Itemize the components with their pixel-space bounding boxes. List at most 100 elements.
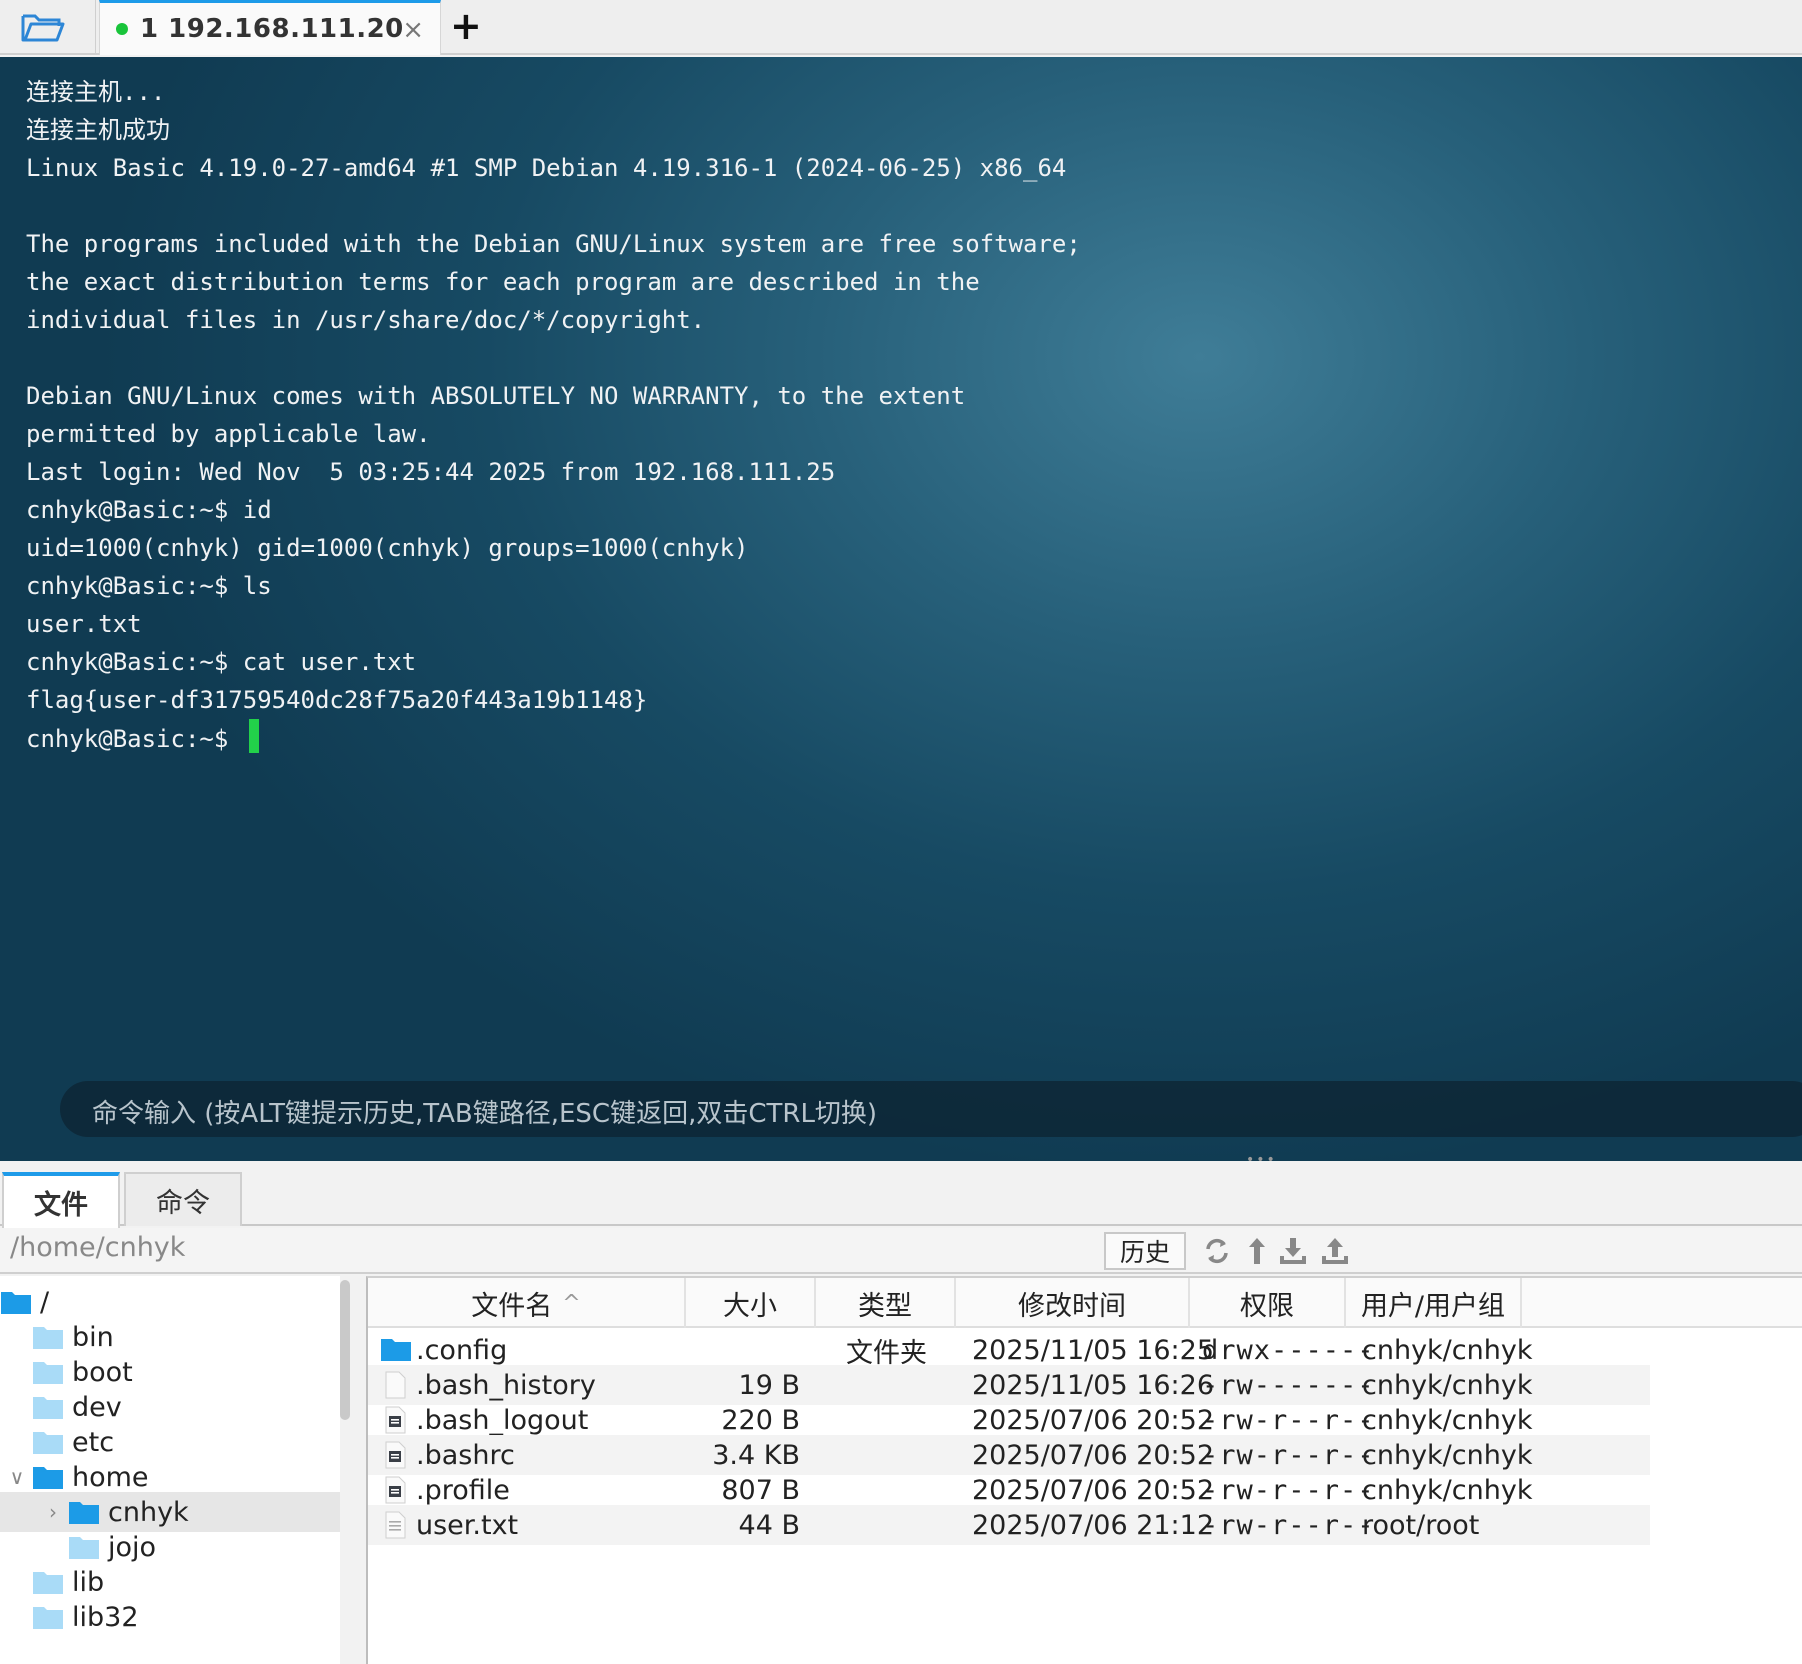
file-size: 220 B bbox=[721, 1404, 800, 1436]
tree-item-etc[interactable]: etc bbox=[0, 1422, 340, 1462]
command-input-bar[interactable]: 命令输入 (按ALT键提示历史,TAB键路径,ESC键返回,双击CTRL切换) bbox=[60, 1081, 1802, 1137]
file-list[interactable]: 文件名 ^ 大小 类型 修改时间 权限 用户/用户组 .config 文件夹 202… bbox=[366, 1276, 1802, 1664]
file-type: 文件夹 bbox=[846, 1337, 927, 1369]
tab-separator bbox=[95, 0, 96, 53]
upload-icon[interactable] bbox=[1318, 1234, 1352, 1268]
new-tab-button[interactable]: + bbox=[450, 4, 482, 48]
file-size bbox=[686, 1330, 800, 1370]
column-header-type[interactable]: 类型 bbox=[816, 1278, 956, 1328]
file-name: .config bbox=[416, 1334, 508, 1366]
session-tab[interactable]: 1 192.168.111.20 × bbox=[99, 0, 441, 55]
file-type bbox=[846, 1400, 956, 1440]
tree-item-home[interactable]: ∨ home bbox=[0, 1457, 340, 1497]
tree-item-dev[interactable]: dev bbox=[0, 1387, 340, 1427]
file-row[interactable]: .config 文件夹 2025/11/05 16:25 drwx------ cnhy… bbox=[368, 1330, 1650, 1370]
folder-icon bbox=[68, 1499, 100, 1525]
connection-status-dot bbox=[116, 23, 128, 35]
file-permissions: -rw-r--r-- bbox=[1202, 1404, 1375, 1436]
terminal-cursor bbox=[248, 719, 259, 753]
terminal-line: cnhyk@Basic:~$ id bbox=[26, 496, 272, 524]
file-size: 19 B bbox=[738, 1369, 800, 1401]
tree-item-boot[interactable]: boot bbox=[0, 1352, 340, 1392]
tree-item-lib32[interactable]: lib32 bbox=[0, 1597, 340, 1637]
file-mtime: 2025/07/06 20:52 bbox=[972, 1474, 1215, 1506]
terminal-line: 连接主机... bbox=[26, 78, 166, 106]
file-mtime: 2025/07/06 20:52 bbox=[972, 1439, 1215, 1471]
file-permissions: -rw------- bbox=[1202, 1369, 1375, 1401]
tab-files[interactable]: 文件 bbox=[2, 1172, 120, 1228]
file-name: .bash_logout bbox=[416, 1404, 589, 1436]
tree-item-jojo[interactable]: jojo bbox=[0, 1527, 340, 1567]
command-input-placeholder: 命令输入 (按ALT键提示历史,TAB键路径,ESC键返回,双击CTRL切换) bbox=[92, 1099, 878, 1129]
file-name: .profile bbox=[416, 1474, 510, 1506]
directory-tree[interactable]: / bin boot dev etc ∨ home › cnhyk jojo lib lib32 bbox=[0, 1276, 340, 1664]
column-header-name[interactable]: 文件名 ^ bbox=[368, 1278, 686, 1328]
file-row[interactable]: user.txt 44 B 2025/07/06 21:12 -rw-r--r-- ro… bbox=[368, 1505, 1650, 1545]
terminal-line: Linux Basic 4.19.0-27-amd64 #1 SMP Debia… bbox=[26, 154, 1067, 182]
chevron-down-icon[interactable]: ∨ bbox=[6, 1465, 28, 1489]
path-input[interactable]: /home/cnhyk bbox=[10, 1232, 185, 1263]
tree-item-label: cnhyk bbox=[108, 1496, 189, 1528]
tree-item-label: dev bbox=[72, 1391, 122, 1423]
terminal-line: individual files in /usr/share/doc/*/cop… bbox=[26, 306, 706, 334]
terminal-output: 连接主机... 连接主机成功 Linux Basic 4.19.0-27-amd64… bbox=[26, 73, 1081, 757]
chevron-right-icon[interactable]: › bbox=[42, 1500, 64, 1524]
sort-ascending-icon: ^ bbox=[562, 1290, 581, 1316]
column-header-permissions[interactable]: 权限 bbox=[1190, 1278, 1346, 1328]
terminal-line: cnhyk@Basic:~$ ls bbox=[26, 572, 272, 600]
folder-icon bbox=[32, 1324, 64, 1350]
terminal-line: Debian GNU/Linux comes with ABSOLUTELY N… bbox=[26, 382, 966, 410]
terminal-prompt: cnhyk@Basic:~$ bbox=[26, 725, 243, 753]
file-permissions: -rw-r--r-- bbox=[1202, 1509, 1375, 1541]
file-icon bbox=[380, 1371, 410, 1399]
file-owner: cnhyk/cnhyk bbox=[1362, 1439, 1533, 1471]
folder-icon bbox=[0, 1289, 32, 1315]
file-size: 44 B bbox=[738, 1509, 800, 1541]
terminal-line: uid=1000(cnhyk) gid=1000(cnhyk) groups=1… bbox=[26, 534, 749, 562]
file-type bbox=[846, 1435, 956, 1475]
tree-item-cnhyk[interactable]: › cnhyk bbox=[0, 1492, 340, 1532]
bottom-panel-tabs: 文件 命令 bbox=[0, 1166, 1802, 1228]
file-row[interactable]: .bash_history 19 B 2025/11/05 16:26 -rw----… bbox=[368, 1365, 1650, 1405]
file-list-header: 文件名 ^ 大小 类型 修改时间 权限 用户/用户组 bbox=[368, 1278, 1802, 1328]
file-name: .bash_history bbox=[416, 1369, 596, 1401]
refresh-icon[interactable] bbox=[1200, 1234, 1234, 1268]
file-owner: cnhyk/cnhyk bbox=[1362, 1474, 1533, 1506]
file-size: 807 B bbox=[721, 1474, 800, 1506]
history-button[interactable]: 历史 bbox=[1104, 1232, 1186, 1270]
file-owner: cnhyk/cnhyk bbox=[1362, 1334, 1533, 1366]
file-row[interactable]: .bash_logout 220 B 2025/07/06 20:52 -rw-r--… bbox=[368, 1400, 1650, 1440]
column-header-size[interactable]: 大小 bbox=[686, 1278, 816, 1328]
terminal-pane[interactable]: 连接主机... 连接主机成功 Linux Basic 4.19.0-27-amd64… bbox=[0, 57, 1802, 1161]
column-header-mtime[interactable]: 修改时间 bbox=[956, 1278, 1190, 1328]
path-bar: /home/cnhyk 历史 bbox=[0, 1228, 1802, 1274]
file-type bbox=[846, 1505, 956, 1545]
column-header-owner[interactable]: 用户/用户组 bbox=[1346, 1278, 1522, 1328]
file-row[interactable]: .profile 807 B 2025/07/06 20:52 -rw-r--r-- c… bbox=[368, 1470, 1650, 1510]
file-mtime: 2025/11/05 16:25 bbox=[972, 1334, 1215, 1366]
file-mtime: 2025/11/05 16:26 bbox=[972, 1369, 1215, 1401]
tree-item-lib[interactable]: lib bbox=[0, 1562, 340, 1602]
terminal-prompt-line: cnhyk@Basic:~$ bbox=[26, 719, 1081, 757]
file-type bbox=[846, 1470, 956, 1510]
tree-item-bin[interactable]: bin bbox=[0, 1317, 340, 1357]
tree-item-label: home bbox=[72, 1461, 149, 1493]
tree-splitter[interactable] bbox=[350, 1276, 366, 1664]
tree-item-label: boot bbox=[72, 1356, 133, 1388]
file-owner: cnhyk/cnhyk bbox=[1362, 1369, 1533, 1401]
file-row[interactable]: .bashrc 3.4 KB 2025/07/06 20:52 -rw-r--r-- c… bbox=[368, 1435, 1650, 1475]
tree-scrollbar[interactable] bbox=[340, 1280, 350, 1420]
file-owner: root/root bbox=[1362, 1509, 1480, 1541]
doc-file-icon bbox=[380, 1511, 410, 1539]
up-dir-icon[interactable] bbox=[1240, 1234, 1274, 1268]
terminal-line: flag{user-df31759540dc28f75a20f443a19b11… bbox=[26, 686, 648, 714]
download-icon[interactable] bbox=[1276, 1234, 1310, 1268]
close-tab-icon[interactable]: × bbox=[402, 15, 424, 45]
terminal-line: Last login: Wed Nov 5 03:25:44 2025 from… bbox=[26, 458, 836, 486]
tab-commands[interactable]: 命令 bbox=[124, 1172, 242, 1226]
tree-item-root[interactable]: / bbox=[0, 1282, 340, 1322]
tree-item-label: lib bbox=[72, 1566, 105, 1598]
open-folder-icon[interactable] bbox=[18, 8, 68, 46]
